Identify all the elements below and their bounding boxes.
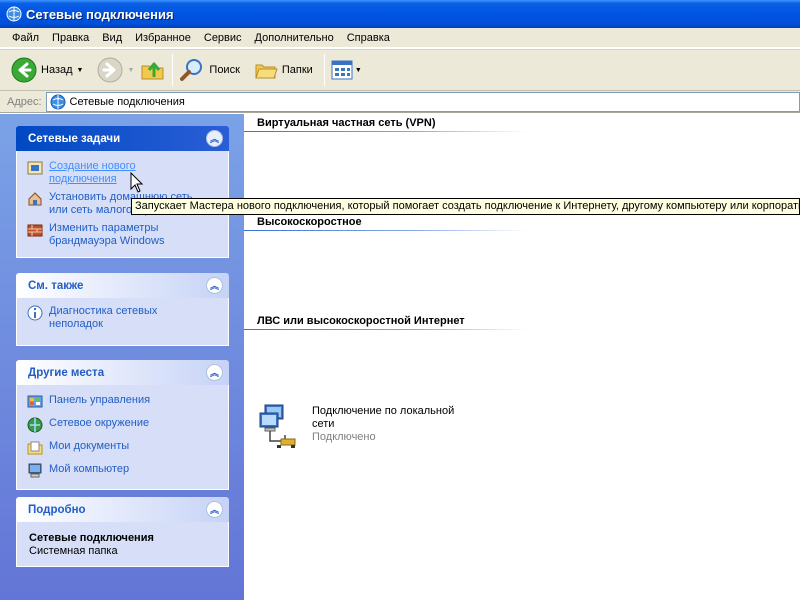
menu-help[interactable]: Справка [341, 32, 396, 44]
search-label: Поиск [209, 64, 240, 76]
task-firewall-label: Изменить параметры брандмауэра Windows [49, 222, 165, 247]
task-diagnostics-label: Диагностика сетевых неполадок [49, 305, 158, 330]
network-connections-icon [6, 6, 22, 22]
folder-up-icon [141, 62, 164, 80]
folders-button[interactable]: Папки [251, 53, 316, 87]
see-also-title: См. также [28, 279, 84, 292]
place-my-documents-label: Мои документы [49, 440, 130, 452]
place-my-documents[interactable]: Мои документы [27, 440, 218, 456]
back-dropdown-icon[interactable]: ▼ [77, 67, 84, 74]
info-icon [27, 305, 43, 321]
address-value: Сетевые подключения [69, 95, 185, 108]
see-also-header[interactable]: См. также ︽ [16, 273, 229, 298]
details-type: Системная папка [29, 545, 118, 557]
task-pane: Сетевые задачи ︽ Создание нового подключ… [0, 114, 244, 600]
up-button[interactable] [137, 53, 169, 87]
place-my-computer-label: Мой компьютер [49, 463, 130, 475]
menu-bar: Файл Правка Вид Избранное Сервис Дополни… [0, 28, 800, 48]
place-network-places-label: Сетевое окружение [49, 417, 150, 429]
collapse-icon[interactable]: ︽ [206, 277, 223, 294]
other-places-panel: Другие места ︽ Панель управления Сетевое… [16, 360, 229, 490]
collapse-icon[interactable]: ︽ [206, 130, 223, 147]
control-panel-icon [27, 395, 43, 408]
firewall-icon [27, 224, 43, 237]
place-my-computer[interactable]: Мой компьютер [27, 463, 218, 479]
collapse-icon[interactable]: ︽ [206, 364, 223, 381]
address-label: Адрес: [7, 95, 42, 108]
task-diagnostics[interactable]: Диагностика сетевых неполадок [27, 305, 218, 331]
group-vpn-header: Виртуальная частная сеть (VPN) [257, 117, 436, 129]
menu-edit[interactable]: Правка [46, 32, 95, 44]
connections-list[interactable]: Виртуальная частная сеть (VPN) Высокоско… [244, 114, 800, 600]
connection-status: Подключено [312, 431, 376, 443]
menu-advanced[interactable]: Дополнительно [249, 32, 340, 44]
new-connection-icon [27, 161, 43, 175]
details-name: Сетевые подключения [29, 532, 154, 544]
group-lan-header: ЛВС или высокоскоростной Интернет [257, 315, 465, 327]
views-button[interactable]: ▼ [328, 53, 365, 87]
menu-tools[interactable]: Сервис [198, 32, 248, 44]
group-divider [244, 131, 528, 132]
forward-arrow-icon [97, 57, 123, 83]
toolbar-separator [323, 54, 325, 86]
details-body: Сетевые подключения Системная папка [16, 522, 229, 567]
views-icon [331, 60, 353, 80]
group-divider [244, 230, 528, 231]
folders-icon [255, 64, 278, 79]
title-bar[interactable]: Сетевые подключения [0, 0, 800, 28]
see-also-panel: См. также ︽ Диагностика сетевых неполадо… [16, 273, 229, 346]
lan-connection-icon [259, 404, 296, 448]
task-firewall[interactable]: Изменить параметры брандмауэра Windows [27, 222, 218, 248]
back-button[interactable]: Назад ▼ [8, 53, 86, 87]
details-panel: Подробно ︽ Сетевые подключения Системная… [16, 497, 229, 567]
address-field[interactable]: Сетевые подключения [45, 91, 800, 112]
task-create-connection[interactable]: Создание нового подключения [27, 160, 218, 186]
network-tasks-header[interactable]: Сетевые задачи ︽ [16, 126, 229, 151]
connection-item-lan[interactable]: Подключение по локальной сети Подключено [257, 401, 462, 449]
group-highspeed-header: Высокоскоростное [257, 216, 362, 228]
other-places-body: Панель управления Сетевое окружение Мои … [16, 385, 229, 490]
toolbar-separator [172, 54, 174, 86]
network-tasks-panel: Сетевые задачи ︽ Создание нового подключ… [16, 126, 229, 258]
back-arrow-icon [11, 57, 37, 83]
details-title: Подробно [28, 503, 86, 516]
collapse-icon[interactable]: ︽ [206, 501, 223, 518]
menu-view[interactable]: Вид [96, 32, 128, 44]
place-control-panel[interactable]: Панель управления [27, 394, 218, 410]
see-also-body: Диагностика сетевых неполадок [16, 298, 229, 346]
search-icon [180, 59, 203, 81]
group-divider [244, 329, 528, 330]
tooltip: Запускает Мастера нового подключения, ко… [131, 198, 800, 215]
my-computer-icon [28, 463, 42, 478]
other-places-title: Другие места [28, 366, 105, 379]
toolbar: Назад ▼ ▼ Поиск Папки ▼ [0, 49, 800, 91]
my-documents-icon [27, 441, 43, 455]
connection-name: Подключение по локальной сети [312, 405, 455, 430]
search-button[interactable]: Поиск [176, 53, 242, 87]
other-places-header[interactable]: Другие места ︽ [16, 360, 229, 385]
address-bar: Адрес: Сетевые подключения [0, 91, 800, 113]
menu-favorites[interactable]: Избранное [129, 32, 197, 44]
home-network-icon [28, 192, 42, 206]
forward-dropdown-icon: ▼ [127, 66, 135, 74]
back-label: Назад [41, 64, 73, 76]
menu-file[interactable]: Файл [6, 32, 45, 44]
place-control-panel-label: Панель управления [49, 394, 151, 406]
network-tasks-title: Сетевые задачи [28, 132, 121, 145]
forward-button[interactable]: ▼ [94, 53, 137, 87]
views-dropdown-icon[interactable]: ▼ [355, 67, 362, 74]
details-header[interactable]: Подробно ︽ [16, 497, 229, 522]
place-network-places[interactable]: Сетевое окружение [27, 417, 218, 433]
network-places-icon [27, 417, 43, 433]
network-connections-icon [50, 94, 66, 109]
folders-label: Папки [281, 64, 313, 76]
window-title: Сетевые подключения [26, 6, 174, 22]
mouse-cursor-icon [130, 172, 144, 193]
